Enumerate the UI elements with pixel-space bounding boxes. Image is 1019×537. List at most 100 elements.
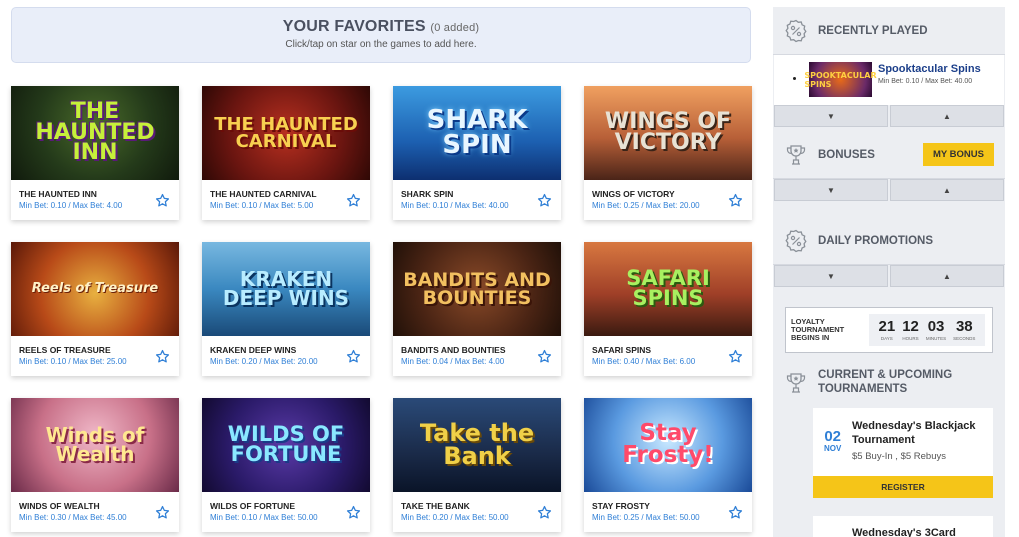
game-card[interactable]: Wilds of Fortune WILDS OF FORTUNE Min Bet:…	[202, 398, 370, 532]
favorite-star-icon[interactable]	[728, 505, 743, 520]
favorite-star-icon[interactable]	[728, 193, 743, 208]
game-name: BANDITS AND BOUNTIES	[401, 345, 506, 355]
favorite-star-icon[interactable]	[537, 505, 552, 520]
tournament-card: Wednesday's 3Card	[813, 516, 993, 537]
game-thumbnail[interactable]: Take the Bank	[393, 398, 561, 492]
countdown-minutes-label: MINUTES	[925, 336, 947, 341]
favorite-star-icon[interactable]	[346, 505, 361, 520]
loyalty-countdown: LOYALTY TOURNAMENT BEGINS IN 21 DAYS 12 …	[785, 307, 993, 353]
countdown-seconds-value: 38	[955, 318, 973, 335]
game-card[interactable]: Bandits and Bounties BANDITS AND BOUNTIES…	[393, 242, 561, 376]
game-card[interactable]: The Haunted Carnival THE HAUNTED CARNIVAL…	[202, 86, 370, 220]
game-info: WILDS OF FORTUNE Min Bet: 0.10 / Max Bet:…	[202, 492, 370, 522]
game-thumbnail[interactable]: The Haunted Inn	[11, 86, 179, 180]
favorite-star-icon[interactable]	[346, 193, 361, 208]
list-bullet	[793, 77, 796, 80]
game-thumbnail[interactable]: Wilds of Fortune	[202, 398, 370, 492]
game-thumbnail[interactable]: Bandits and Bounties	[393, 242, 561, 336]
countdown-hours-label: HOURS	[902, 336, 919, 341]
tournaments-title: CURRENT & UPCOMING TOURNAMENTS	[818, 369, 953, 395]
game-info: REELS OF TREASURE Min Bet: 0.10 / Max Bet…	[11, 336, 179, 366]
game-thumbnail[interactable]: Stay Frosty!	[584, 398, 752, 492]
game-info: STAY FROSTY Min Bet: 0.25 / Max Bet: 50.0…	[584, 492, 752, 522]
recently-played-game-bet: Min Bet: 0.10 / Max Bet: 40.00	[878, 78, 973, 85]
game-info: KRAKEN DEEP WINS Min Bet: 0.20 / Max Bet:…	[202, 336, 370, 366]
game-card[interactable]: Wings of Victory WINGS OF VICTORY Min Bet:…	[584, 86, 752, 220]
favorites-count: (0 added)	[430, 22, 480, 34]
game-thumbnail[interactable]: Shark Spin	[393, 86, 561, 180]
game-name: WINDS OF WEALTH	[19, 501, 100, 511]
game-card[interactable]: Stay Frosty! STAY FROSTY Min Bet: 0.25 / M…	[584, 398, 752, 532]
favorite-star-icon[interactable]	[155, 349, 170, 364]
recently-played-header[interactable]: RECENTLY PLAYED	[773, 7, 1005, 55]
recently-played-item[interactable]: SPOOKTACULAR SPINS Spooktacular Spins Mi…	[774, 55, 1004, 105]
collapse-up-button[interactable]: ▲	[890, 179, 1004, 201]
favorite-star-icon[interactable]	[537, 349, 552, 364]
game-name: WINGS OF VICTORY	[592, 189, 675, 199]
game-bet-range: Min Bet: 0.10 / Max Bet: 5.00	[210, 201, 314, 210]
game-info: WINDS OF WEALTH Min Bet: 0.30 / Max Bet: …	[11, 492, 179, 522]
register-button[interactable]: REGISTER	[813, 476, 993, 498]
favorite-star-icon[interactable]	[155, 193, 170, 208]
game-thumbnail[interactable]: Kraken Deep Wins	[202, 242, 370, 336]
game-card[interactable]: Shark Spin SHARK SPIN Min Bet: 0.10 / Max …	[393, 86, 561, 220]
game-bet-range: Min Bet: 0.25 / Max Bet: 50.00	[592, 513, 700, 522]
collapse-up-button[interactable]: ▲	[890, 265, 1004, 287]
countdown-days: 21 DAYS	[879, 319, 896, 341]
recently-played-thumbnail-art: SPOOKTACULAR SPINS	[804, 70, 877, 89]
tournament-day: 02	[824, 428, 842, 445]
favorites-subtitle: Click/tap on star on the games to add he…	[285, 39, 477, 50]
collapse-up-button[interactable]: ▲	[890, 105, 1004, 127]
countdown-minutes: 03 MINUTES	[926, 319, 946, 341]
game-card[interactable]: Winds of Wealth WINDS OF WEALTH Min Bet: 0…	[11, 398, 179, 532]
game-info: SAFARI SPINS Min Bet: 0.40 / Max Bet: 6.0…	[584, 336, 752, 366]
game-card[interactable]: Take the Bank TAKE THE BANK Min Bet: 0.20 …	[393, 398, 561, 532]
bonuses-header[interactable]: BONUSES MY BONUS	[773, 131, 1005, 179]
game-thumbnail[interactable]: Wings of Victory	[584, 86, 752, 180]
tournament-card: 02 NOV Wednesday's Blackjack Tournament …	[813, 408, 993, 498]
game-thumbnail[interactable]: The Haunted Carnival	[202, 86, 370, 180]
daily-promotions-header[interactable]: DAILY PROMOTIONS	[773, 217, 1005, 265]
game-logo-art: Winds of Wealth	[45, 423, 145, 466]
recently-played-thumbnail[interactable]: SPOOKTACULAR SPINS	[804, 62, 877, 97]
game-bet-range: Min Bet: 0.30 / Max Bet: 45.00	[19, 513, 127, 522]
my-bonus-button[interactable]: MY BONUS	[922, 143, 994, 166]
recently-played-game-name[interactable]: Spooktacular Spins	[878, 63, 981, 75]
game-logo-art: The Haunted Carnival	[214, 113, 358, 152]
game-logo-art: Stay Frosty!	[622, 420, 714, 468]
trophy-icon	[786, 373, 806, 393]
collapse-down-button[interactable]: ▼	[774, 179, 888, 201]
countdown-days-value: 21	[878, 318, 896, 335]
favorite-star-icon[interactable]	[537, 193, 552, 208]
game-logo-art: Take the Bank	[419, 419, 535, 470]
game-bet-range: Min Bet: 0.40 / Max Bet: 6.00	[592, 357, 696, 366]
game-card[interactable]: The Haunted Inn THE HAUNTED INN Min Bet: 0…	[11, 86, 179, 220]
favorite-star-icon[interactable]	[346, 349, 361, 364]
game-name: THE HAUNTED INN	[19, 189, 97, 199]
game-bet-range: Min Bet: 0.20 / Max Bet: 50.00	[401, 513, 509, 522]
countdown-days-label: DAYS	[880, 336, 893, 341]
countdown-seconds: 38 SECONDS	[953, 319, 975, 341]
game-thumbnail[interactable]: Safari Spins	[584, 242, 752, 336]
favorite-star-icon[interactable]	[728, 349, 743, 364]
tournaments-header: CURRENT & UPCOMING TOURNAMENTS	[773, 358, 1005, 408]
game-logo-art: Bandits and Bounties	[403, 268, 551, 309]
tournament-name: Wednesday's Blackjack Tournament	[852, 420, 976, 446]
bonuses-title: BONUSES	[818, 148, 875, 161]
game-card[interactable]: Reels of Treasure REELS OF TREASURE Min Be…	[11, 242, 179, 376]
game-bet-range: Min Bet: 0.10 / Max Bet: 4.00	[19, 201, 123, 210]
trophy-icon	[786, 144, 806, 165]
game-card[interactable]: Kraken Deep Wins KRAKEN DEEP WINS Min Bet:…	[202, 242, 370, 376]
collapse-down-button[interactable]: ▼	[774, 105, 888, 127]
game-logo-art: Shark Spin	[426, 105, 528, 160]
favorite-star-icon[interactable]	[155, 505, 170, 520]
game-bet-range: Min Bet: 0.04 / Max Bet: 4.00	[401, 357, 505, 366]
game-thumbnail[interactable]: Winds of Wealth	[11, 398, 179, 492]
game-thumbnail[interactable]: Reels of Treasure	[11, 242, 179, 336]
caret-up-icon: ▲	[943, 111, 951, 121]
game-card[interactable]: Safari Spins SAFARI SPINS Min Bet: 0.40 / …	[584, 242, 752, 376]
game-name: SHARK SPIN	[401, 189, 454, 199]
collapse-down-button[interactable]: ▼	[774, 265, 888, 287]
loyalty-label: LOYALTY TOURNAMENT BEGINS IN	[791, 317, 845, 342]
game-grid: The Haunted Inn THE HAUNTED INN Min Bet: 0…	[11, 86, 752, 532]
